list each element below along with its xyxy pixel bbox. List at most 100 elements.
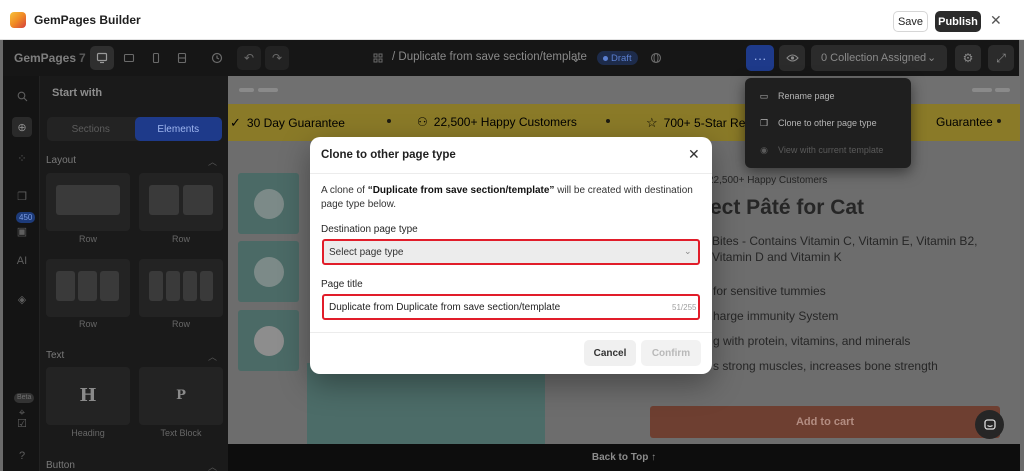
page-title-value: Duplicate from Duplicate from save secti… [329,301,561,313]
status-dot [603,55,608,61]
trust-item: ⚇ 22,500+ Happy Customers [417,115,577,129]
page-title-input[interactable]: Duplicate from Duplicate from save secti… [322,294,700,320]
element-label: Row [171,234,190,244]
layout-view-icon[interactable] [170,46,194,70]
chevron-up-icon[interactable]: ︿ [208,350,217,363]
product-thumbnail[interactable] [238,173,299,234]
ai-icon[interactable]: AI [12,251,32,271]
product-description: Vitamin D and Vitamin K [712,250,842,264]
pages-icon[interactable]: ❐ [12,186,32,206]
chevron-up-icon[interactable]: ︿ [208,460,217,471]
brand-name: GemPages 7 [14,51,86,65]
check-circle-icon: ✓ [230,115,241,130]
app-title: GemPages Builder [34,12,141,27]
pages-grid-icon[interactable] [372,46,384,70]
section-title-button[interactable]: Button [46,460,75,471]
placeholder-pill [239,88,254,92]
redo-icon[interactable]: ↷ [265,46,289,70]
product-bullet: g with protein, vitamins, and minerals [713,334,911,348]
globe-icon[interactable] [644,46,668,70]
menu-item-clone-page[interactable]: ❐ Clone to other page type [745,111,911,135]
select-placeholder: Select page type [329,246,404,258]
save-button[interactable]: Save [893,11,928,32]
page-title-chevron-down-icon[interactable]: ⌄ [571,51,581,65]
close-window-icon[interactable]: ✕ [990,13,1002,27]
element-label: Row [78,319,97,329]
chat-icon[interactable] [975,410,1004,439]
product-thumbnail[interactable] [238,310,299,371]
modal-divider [310,332,712,333]
desktop-view-icon[interactable] [90,46,114,70]
cancel-button[interactable]: Cancel [584,340,636,366]
modal-title: Clone to other page type [321,149,456,161]
confirm-button[interactable]: Confirm [641,340,701,366]
menu-item-rename-page[interactable]: ▭ Rename page [745,84,911,108]
app-titlebar: GemPages Builder Save Publish ✕ [0,0,1024,40]
page-title[interactable]: / Duplicate from save section/template [392,51,587,63]
close-icon[interactable]: ✕ [688,147,700,161]
separator-dot [606,119,610,123]
element-tile-row[interactable] [46,259,130,317]
menu-item-label: Rename page [778,91,835,101]
element-label: Row [78,234,97,244]
checklist-icon[interactable]: ☑ [12,413,32,433]
element-label: Row [171,319,190,329]
product-bullet: harge immunity System [713,309,839,323]
collection-assigned-dropdown[interactable]: 0 Collection Assigned ⌄ [811,45,947,71]
placeholder-pill [995,88,1010,92]
expand-icon[interactable]: ⤢ [988,45,1014,71]
left-rail: ⊕ ⁘ ❐ 450 ▣ AI ◈ Beta ⌖ ☑ ? [3,76,40,471]
trust-label: 30 Day Guarantee [246,116,345,130]
more-options-icon[interactable]: ··· [746,45,774,71]
clone-icon: ❐ [759,117,769,128]
tab-sections[interactable]: Sections [47,117,135,141]
heading-glyph: H [79,385,97,406]
product-description: Bites - Contains Vitamin C, Vitamin E, V… [712,234,978,248]
gear-icon[interactable]: ⚙ [955,45,981,71]
tab-elements[interactable]: Elements [134,117,222,141]
brand-label: GemPages [14,51,77,65]
mobile-view-icon[interactable] [144,46,168,70]
box-icon[interactable]: ▣ [12,221,32,241]
gempages-logo-icon [10,11,26,28]
section-title-text[interactable]: Text [46,350,64,361]
help-icon[interactable]: ? [12,446,32,466]
placeholder-pill [258,88,278,92]
element-label: Heading [71,428,105,438]
collection-label: 0 Collection Assigned [821,52,927,64]
char-count: 51/255 [672,303,697,312]
happy-customers-text: 22,500+ Happy Customers [708,175,828,186]
publish-button[interactable]: Publish [935,11,981,32]
back-to-top-button[interactable]: Back to Top ↑ [228,444,1020,471]
beta-badge: Beta [14,393,35,403]
destination-page-type-select[interactable]: Select page type ⌄ [322,239,700,265]
element-tile-row[interactable] [139,259,223,317]
undo-icon[interactable]: ↶ [237,46,261,70]
menu-item-label: View with current template [778,145,884,155]
clone-page-modal: Clone to other page type ✕ A clone of “D… [310,137,712,374]
modal-header: Clone to other page type ✕ [310,137,712,174]
elements-panel: Start with Sections Elements Layout ︿ Ro… [40,76,228,471]
placeholder-pill [972,88,992,92]
trust-item: Guarantee [936,115,993,129]
trust-item: ✓ 30 Day Guarantee [230,115,345,131]
tablet-view-icon[interactable] [117,46,141,70]
element-tile-row[interactable] [139,173,223,231]
search-icon[interactable] [12,86,32,106]
eye-icon: ◉ [760,144,768,155]
section-title-layout[interactable]: Layout [46,155,76,166]
separator-dot [997,119,1001,123]
history-icon[interactable] [205,46,229,70]
preview-eye-icon[interactable] [779,45,805,71]
product-thumbnail[interactable] [238,241,299,302]
add-element-icon[interactable]: ⊕ [12,117,32,137]
add-to-cart-button[interactable]: Add to cart [650,406,1000,438]
trust-item: ☆ 700+ 5-Star Rev [646,115,751,131]
panel-title: Start with [52,87,103,99]
layers-icon[interactable]: ◈ [12,289,32,309]
chevron-up-icon[interactable]: ︿ [208,155,217,168]
elements-grid-icon[interactable]: ⁘ [12,148,32,168]
chevron-down-icon: ⌄ [927,52,937,64]
trust-label: 22,500+ Happy Customers [433,115,577,129]
element-tile-row[interactable] [46,173,130,231]
